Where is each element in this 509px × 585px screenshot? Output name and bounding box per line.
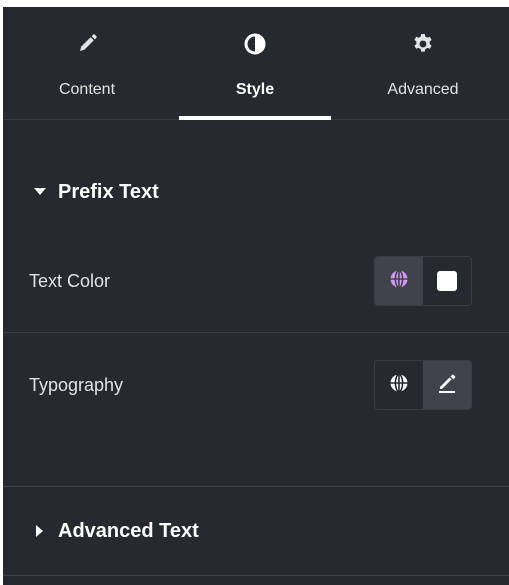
globe-icon <box>389 269 409 294</box>
typography-control: Typography <box>3 359 509 411</box>
section-prefix-text-header[interactable]: Prefix Text <box>3 175 509 209</box>
global-fonts-button[interactable] <box>375 361 423 409</box>
divider <box>3 575 509 576</box>
style-panel: Content Style Advanced Prefix Text Text … <box>3 7 509 585</box>
section-advanced-text-header[interactable]: Advanced Text <box>3 513 509 549</box>
typography-button-group <box>374 360 472 410</box>
tab-style[interactable]: Style <box>171 7 339 120</box>
color-swatch <box>437 271 457 291</box>
pencil-icon <box>436 372 458 399</box>
typography-label: Typography <box>29 374 124 395</box>
divider <box>3 486 509 487</box>
globe-icon <box>389 373 409 398</box>
caret-down-icon <box>34 188 46 196</box>
global-colors-button[interactable] <box>375 257 423 305</box>
divider <box>3 332 509 333</box>
tab-advanced-label: Advanced <box>387 81 459 98</box>
section-title: Prefix Text <box>58 180 159 203</box>
active-tab-underline <box>179 116 331 120</box>
text-color-button-group <box>374 256 472 306</box>
tab-style-label: Style <box>235 81 275 98</box>
tab-advanced[interactable]: Advanced <box>339 7 507 119</box>
gear-icon <box>411 31 435 57</box>
caret-right-icon <box>34 525 46 537</box>
section-title: Advanced Text <box>58 519 199 542</box>
tab-content[interactable]: Content <box>3 7 171 119</box>
text-color-label: Text Color <box>29 270 111 291</box>
color-picker-button[interactable] <box>423 257 471 305</box>
contrast-icon <box>243 31 267 57</box>
tab-content-label: Content <box>58 81 116 98</box>
panel-tabs: Content Style Advanced <box>3 7 509 120</box>
edit-typography-button[interactable] <box>423 361 471 409</box>
text-color-control: Text Color <box>3 255 509 307</box>
pencil-icon <box>76 31 98 57</box>
